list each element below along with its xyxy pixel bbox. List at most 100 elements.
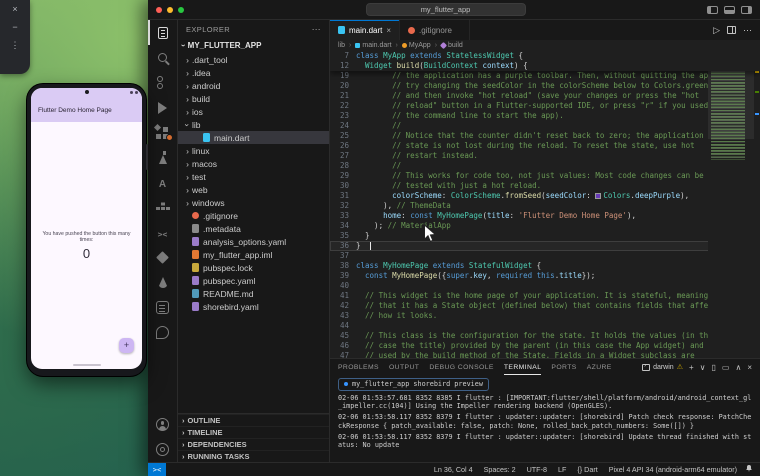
sidebar-section-header[interactable]: › DEPENDENCIES bbox=[178, 438, 329, 450]
tree-item[interactable]: .gitignore bbox=[178, 209, 329, 222]
activity-bar-item[interactable] bbox=[148, 145, 177, 170]
sidebar-section-header[interactable]: › OUTLINE bbox=[178, 414, 329, 426]
tree-item[interactable]: pubspec.yaml bbox=[178, 274, 329, 287]
status-bar-item[interactable]: Pixel 4 API 34 (android-arm64 emulator) bbox=[609, 465, 737, 474]
tree-item[interactable]: linux bbox=[178, 144, 329, 157]
activity-bar-item[interactable] bbox=[148, 245, 177, 270]
fab-button[interactable]: + bbox=[119, 338, 134, 353]
code-line: 42 // that it has a State object (define… bbox=[330, 301, 760, 311]
line-number: 39 bbox=[339, 271, 349, 280]
tree-item[interactable]: android bbox=[178, 79, 329, 92]
more-actions-icon[interactable]: ⋯ bbox=[312, 24, 321, 35]
split-editor-icon[interactable] bbox=[727, 26, 736, 34]
editor-tab[interactable]: .gitignore × bbox=[400, 20, 470, 40]
activity-bar bbox=[148, 20, 178, 462]
tree-item[interactable]: windows bbox=[178, 196, 329, 209]
sidebar-section-header[interactable]: › TIMELINE bbox=[178, 426, 329, 438]
panel-tab[interactable]: DEBUG CONSOLE bbox=[429, 359, 494, 375]
activity-bar-item[interactable] bbox=[148, 120, 177, 145]
line-number: 35 bbox=[339, 231, 349, 240]
code-line: 21 // and then invoke "hot reload" (save… bbox=[330, 91, 760, 101]
panel-tab[interactable]: TERMINAL bbox=[504, 359, 542, 375]
status-bar-item[interactable]: Ln 36, Col 4 bbox=[434, 465, 473, 474]
activity-bar-item[interactable] bbox=[148, 437, 177, 462]
tree-item[interactable]: README.md bbox=[178, 287, 329, 300]
tree-item[interactable]: build bbox=[178, 92, 329, 105]
panel-action-icon[interactable]: + bbox=[689, 363, 694, 372]
remote-indicator[interactable]: >< bbox=[148, 463, 166, 476]
activity-bar-item[interactable] bbox=[148, 295, 177, 320]
tree-item[interactable]: .idea bbox=[178, 66, 329, 79]
activity-bar-item[interactable] bbox=[148, 45, 177, 70]
activity-bar-item[interactable] bbox=[148, 195, 177, 220]
toggle-sidebar-icon[interactable] bbox=[707, 5, 718, 14]
run-button[interactable]: ▷ bbox=[713, 25, 720, 36]
panel-tab[interactable]: AZURE bbox=[587, 359, 612, 375]
activity-bar-item[interactable] bbox=[148, 320, 177, 345]
status-bar-item[interactable]: {} Dart bbox=[577, 465, 597, 474]
overview-ruler[interactable] bbox=[754, 51, 760, 358]
command-center[interactable]: my_flutter_app bbox=[365, 3, 526, 16]
bell-icon[interactable] bbox=[745, 464, 760, 475]
zoom-window-icon[interactable] bbox=[178, 6, 184, 13]
toggle-panel-icon[interactable] bbox=[724, 5, 735, 14]
tree-item[interactable]: .metadata bbox=[178, 222, 329, 235]
toggle-secondary-sidebar-icon[interactable] bbox=[741, 5, 752, 14]
tree-item[interactable]: ios bbox=[178, 105, 329, 118]
activity-bar-item[interactable] bbox=[148, 412, 177, 437]
code-editor[interactable]: 7 class MyApp extends StatelessWidget { … bbox=[330, 51, 760, 358]
activity-bar-item[interactable] bbox=[148, 220, 177, 245]
code-line: 39 const MyHomePage({super.key, required… bbox=[330, 271, 760, 281]
minimap[interactable] bbox=[708, 51, 754, 358]
panel-tab[interactable]: PROBLEMS bbox=[338, 359, 379, 375]
panel-action-icon[interactable]: ∨ bbox=[700, 363, 706, 372]
tree-item[interactable]: my_flutter_app.iml bbox=[178, 248, 329, 261]
panel-action-icon[interactable]: × bbox=[747, 363, 752, 372]
panel-action-icon[interactable]: ▭ bbox=[722, 363, 730, 372]
panel-tab[interactable]: OUTPUT bbox=[389, 359, 419, 375]
editor-tab[interactable]: main.dart × bbox=[330, 20, 401, 40]
emulator-toolbar-icon[interactable]: − bbox=[12, 23, 17, 32]
code-line: 12 Widget build(BuildContext context) { bbox=[330, 61, 760, 71]
emulator-toolbar-icon[interactable]: × bbox=[12, 5, 17, 14]
terminal[interactable]: my_flutter_app shorebird preview 02-06 0… bbox=[330, 375, 760, 462]
panel-action-icon[interactable]: ∧ bbox=[735, 363, 741, 372]
terminal-shell-chip[interactable]: darwin ⚠ bbox=[642, 363, 683, 371]
tree-item[interactable]: shorebird.yaml bbox=[178, 300, 329, 313]
code-line: 23 // the command line to start the app)… bbox=[330, 111, 760, 121]
panel-action-icon[interactable]: ▯ bbox=[712, 363, 716, 372]
activity-bar-item[interactable] bbox=[148, 95, 177, 120]
panel-tab[interactable]: PORTS bbox=[551, 359, 576, 375]
tree-item-label: test bbox=[192, 171, 206, 182]
tree-item[interactable]: lib bbox=[178, 118, 329, 131]
more-actions-icon[interactable]: ⋯ bbox=[743, 25, 752, 36]
code-line: 34 ); // MaterialApp bbox=[330, 221, 760, 231]
breadcrumb-item[interactable]: MyApp bbox=[392, 42, 431, 49]
status-bar-item[interactable]: LF bbox=[558, 465, 566, 474]
tree-item[interactable]: web bbox=[178, 183, 329, 196]
gesture-bar[interactable] bbox=[72, 364, 101, 366]
terminal-command[interactable]: my_flutter_app shorebird preview bbox=[338, 378, 489, 391]
activity-bar-item[interactable] bbox=[148, 170, 177, 195]
status-bar-item[interactable]: UTF-8 bbox=[527, 465, 547, 474]
status-bar-item[interactable]: Spaces: 2 bbox=[484, 465, 516, 474]
chevron-right-icon bbox=[183, 55, 192, 65]
close-window-icon[interactable] bbox=[156, 6, 162, 13]
tree-item[interactable]: main.dart bbox=[178, 131, 329, 144]
sidebar-section-header[interactable]: › RUNNING TASKS bbox=[178, 450, 329, 462]
emulator-toolbar-icon[interactable]: ⋮ bbox=[11, 41, 20, 50]
activity-bar-item[interactable] bbox=[148, 70, 177, 95]
activity-bar-item[interactable] bbox=[148, 270, 177, 295]
breadcrumb-item[interactable]: build bbox=[431, 41, 463, 50]
tree-item[interactable]: macos bbox=[178, 157, 329, 170]
close-tab-icon[interactable]: × bbox=[386, 26, 391, 35]
activity-bar-item[interactable] bbox=[148, 20, 177, 45]
tree-item[interactable]: test bbox=[178, 170, 329, 183]
project-root-row[interactable]: › MY_FLUTTER_APP bbox=[178, 38, 329, 53]
tree-item[interactable]: analysis_options.yaml bbox=[178, 235, 329, 248]
breadcrumb-item[interactable]: main.dart bbox=[345, 42, 392, 49]
tree-item[interactable]: pubspec.lock bbox=[178, 261, 329, 274]
breadcrumb-item[interactable]: lib bbox=[338, 42, 345, 49]
minimize-window-icon[interactable] bbox=[167, 6, 173, 13]
tree-item[interactable]: .dart_tool bbox=[178, 53, 329, 66]
